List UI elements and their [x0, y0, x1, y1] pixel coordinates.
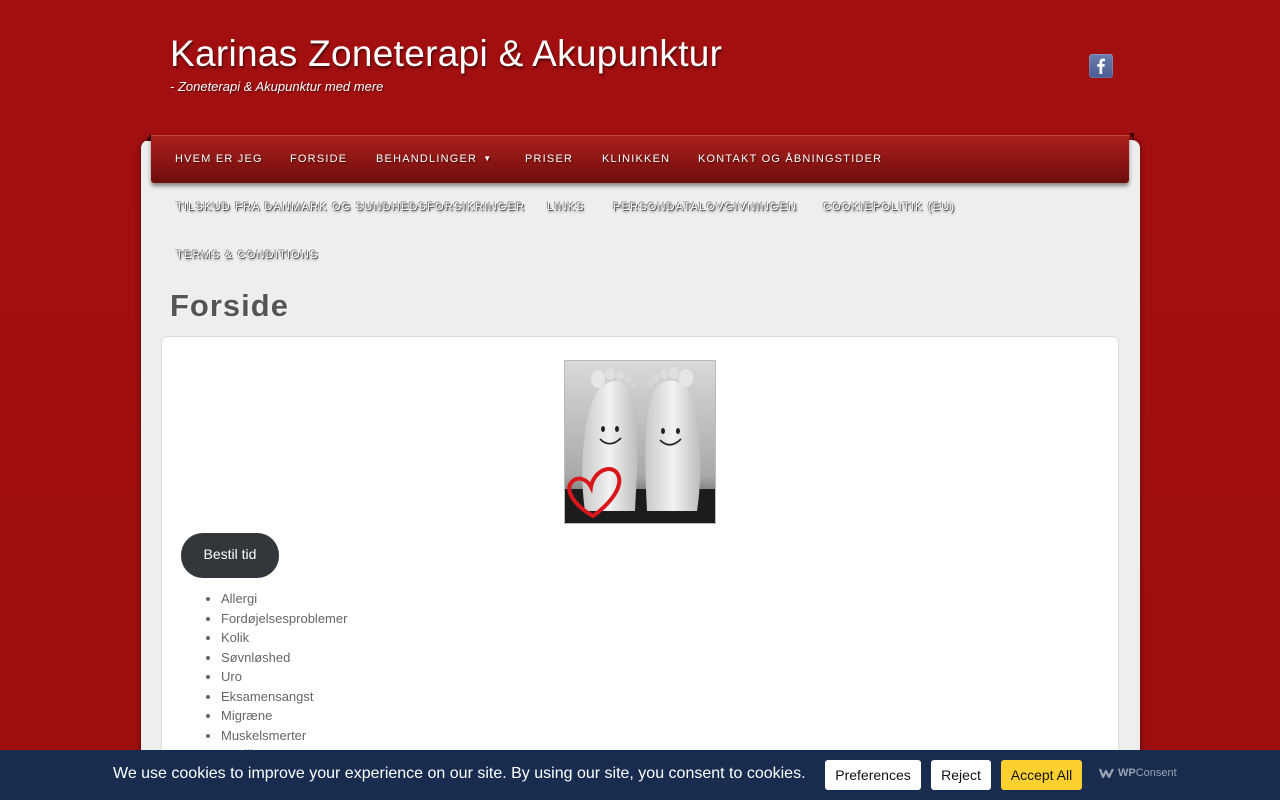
nav-item-hvem-er-jeg[interactable]: HVEM ER JEG — [175, 153, 263, 165]
cookie-message: We use cookies to improve your experienc… — [113, 765, 806, 782]
nav-item-klinikken[interactable]: KLINIKKEN — [602, 153, 670, 165]
cookie-reject-button[interactable]: Reject — [931, 760, 991, 790]
list-item: Kolik — [221, 628, 347, 648]
book-appointment-button[interactable]: Bestil tid — [181, 533, 279, 578]
nav-item-tilskud[interactable]: TILSKUD FRA DANMARK OG SUNDHEDSFORSIKRIN… — [176, 201, 525, 213]
nav-item-terms[interactable]: TERMS & CONDITIONS — [176, 249, 319, 261]
nav-item-forside[interactable]: FORSIDE — [290, 153, 347, 165]
wpconsent-logo[interactable]: WPConsent — [1099, 767, 1177, 779]
nav-item-kontakt[interactable]: KONTAKT OG ÅBNINGSTIDER — [698, 153, 882, 165]
nav-item-priser[interactable]: PRISER — [525, 153, 573, 165]
site-title[interactable]: Karinas Zoneterapi & Akupunktur — [170, 33, 722, 75]
nav-item-behandlinger[interactable]: BEHANDLINGER ▼ — [376, 153, 492, 165]
nav-item-links[interactable]: LINKS — [547, 201, 585, 213]
list-item: Søvnløshed — [221, 648, 347, 668]
nav-ribbon-right — [1129, 133, 1134, 141]
list-item: Muskelsmerter — [221, 726, 347, 746]
feet-photo — [564, 360, 716, 524]
page-title: Forside — [170, 288, 289, 323]
brand-suffix: Consent — [1135, 767, 1177, 779]
brand-prefix: WP — [1118, 767, 1136, 779]
nav-item-label: BEHANDLINGER — [376, 153, 478, 165]
cookie-preferences-button[interactable]: Preferences — [825, 760, 921, 790]
nav-item-cookiepolitik[interactable]: COOKIEPOLITIK (EU) — [823, 201, 955, 213]
nav-item-persondatalovgivningen[interactable]: PERSONDATALOVGIVNINGEN — [613, 201, 797, 213]
cookie-accept-all-button[interactable]: Accept All — [1001, 760, 1082, 790]
list-item: Eksamensangst — [221, 687, 347, 707]
site-tagline: - Zoneterapi & Akupunktur med mere — [170, 79, 384, 94]
list-item: Allergi — [221, 589, 347, 609]
list-item: Fordøjelsesproblemer — [221, 609, 347, 629]
list-item: Migræne — [221, 706, 347, 726]
list-item: Uro — [221, 667, 347, 687]
caret-down-icon: ▼ — [483, 154, 493, 163]
facebook-icon[interactable] — [1089, 54, 1113, 78]
conditions-list: Allergi Fordøjelsesproblemer Kolik Søvnl… — [221, 589, 347, 765]
wpconsent-logo-icon — [1099, 768, 1114, 779]
